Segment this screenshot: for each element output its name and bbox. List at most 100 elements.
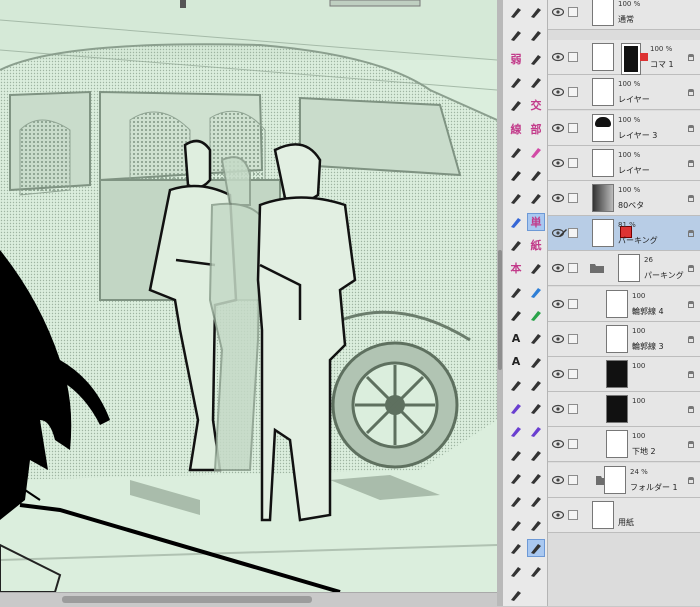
layer-checkbox[interactable] [568,193,578,203]
eye-icon[interactable] [552,263,564,273]
eye-icon[interactable] [552,7,564,17]
marquee-icon[interactable] [507,3,525,21]
lock-icon[interactable] [688,195,694,202]
color-icon[interactable] [507,422,525,440]
layer-row[interactable]: 100 輪郭線 4 [548,286,700,322]
lock-icon[interactable] [688,300,694,308]
layer-checkbox[interactable] [568,333,578,344]
fill-icon[interactable] [507,166,525,184]
layer-row[interactable]: 24 % フォルダー 1 [548,462,700,498]
object-icon[interactable] [527,562,545,580]
hand-icon[interactable] [527,538,545,557]
ruler-icon[interactable] [527,469,545,487]
fill-icon[interactable] [507,306,525,324]
lock-icon[interactable] [688,476,694,484]
grid-icon[interactable] [527,492,545,510]
layer-row[interactable]: 100 % 80ベタ [548,181,700,216]
brush-icon[interactable] [527,189,545,207]
circle-icon[interactable] [507,73,525,91]
layer-checkbox[interactable] [568,474,578,485]
pink-brush-icon[interactable] [527,143,545,161]
brush-icon[interactable] [527,166,545,184]
horizontal-scrollbar[interactable] [0,592,497,607]
color-icon[interactable] [507,399,525,417]
layer-row[interactable]: 81 % パーキング [548,216,700,252]
balloon-icon[interactable] [527,329,545,347]
eye-icon[interactable] [552,369,564,379]
layer-checkbox[interactable] [568,439,578,450]
pencil-icon[interactable] [507,96,525,114]
layer-checkbox[interactable] [568,52,578,63]
frame-icon[interactable] [527,446,545,464]
text-icon[interactable]: A [507,329,525,347]
zoom-icon[interactable] [507,562,525,580]
layer-row[interactable]: 100 % コマ 1 [548,40,700,76]
kanji-tool-icon[interactable]: 紙 [527,236,545,254]
layer-row[interactable]: 用紙 [548,497,700,533]
text-icon[interactable]: A [507,353,525,371]
color-icon[interactable] [527,422,545,440]
layer-checkbox[interactable] [568,298,578,309]
kanji-tool-icon[interactable]: 本 [507,259,525,277]
drawing-canvas[interactable] [0,0,497,592]
layer-checkbox[interactable] [568,509,578,520]
lock-icon[interactable] [688,441,694,449]
layer-checkbox[interactable] [568,87,578,98]
eyedropper-icon[interactable] [507,539,525,557]
eye-icon[interactable] [552,299,564,309]
grid-icon[interactable] [507,492,525,510]
lock-icon[interactable] [688,371,694,378]
ruler-icon[interactable] [507,469,525,487]
kanji-tool-icon[interactable]: 部 [527,120,545,138]
layer-row[interactable]: 100 [548,357,700,392]
layer-row[interactable]: 100 下地 2 [548,427,700,463]
lock-icon[interactable] [688,265,694,273]
layer-checkbox[interactable] [568,369,578,379]
eye-icon[interactable] [552,193,564,203]
kanji-tool-icon[interactable]: 線 [507,120,525,138]
gradient-icon[interactable] [507,376,525,394]
move-icon[interactable] [507,586,525,604]
frame-icon[interactable] [507,446,525,464]
pen-icon[interactable] [507,236,525,254]
lock-icon[interactable] [688,335,694,343]
blue-tool-icon[interactable] [527,283,545,301]
scroll-thumb[interactable] [62,596,312,603]
layer-checkbox[interactable] [568,122,578,133]
layer-row[interactable]: 26 パーキング [548,251,700,287]
magic-wand-icon[interactable] [507,26,525,44]
eye-icon[interactable] [552,158,564,168]
layer-checkbox[interactable] [568,263,578,274]
layer-row[interactable]: 100 % 通常 [548,0,700,30]
sparkle-icon[interactable] [527,3,545,21]
kanji-tool-icon[interactable]: 弱 [507,50,525,68]
lock-icon[interactable] [688,406,694,414]
grid-icon[interactable] [507,516,525,534]
spiral-icon[interactable] [527,399,545,417]
lock-icon[interactable] [688,54,694,62]
eye-icon[interactable] [552,439,564,449]
gradient-icon[interactable] [527,376,545,394]
eye-icon[interactable] [552,87,564,97]
eye-icon[interactable] [552,404,564,414]
move-icon[interactable] [527,26,545,44]
layer-row[interactable]: 100 % レイヤー 3 [548,110,700,146]
eye-icon[interactable] [552,123,564,133]
layer-row[interactable]: 100 [548,392,700,428]
eye-icon[interactable] [552,510,564,520]
eraser-icon[interactable] [507,189,525,207]
layer-checkbox[interactable] [568,404,578,415]
pen-icon[interactable] [527,50,545,68]
eye-icon[interactable] [552,52,564,62]
lock-icon[interactable] [688,159,694,167]
lock-icon[interactable] [688,230,694,238]
eye-icon[interactable] [552,475,564,485]
layer-row[interactable]: 100 % レイヤー [548,75,700,111]
green-tool-icon[interactable] [527,306,545,324]
texture-icon[interactable] [527,259,545,277]
layer-checkbox[interactable] [568,157,578,168]
blue-brush-icon[interactable] [507,213,525,231]
layer-checkbox[interactable] [568,228,578,239]
scroll-thumb[interactable] [498,250,502,370]
layer-checkbox[interactable] [568,7,578,17]
